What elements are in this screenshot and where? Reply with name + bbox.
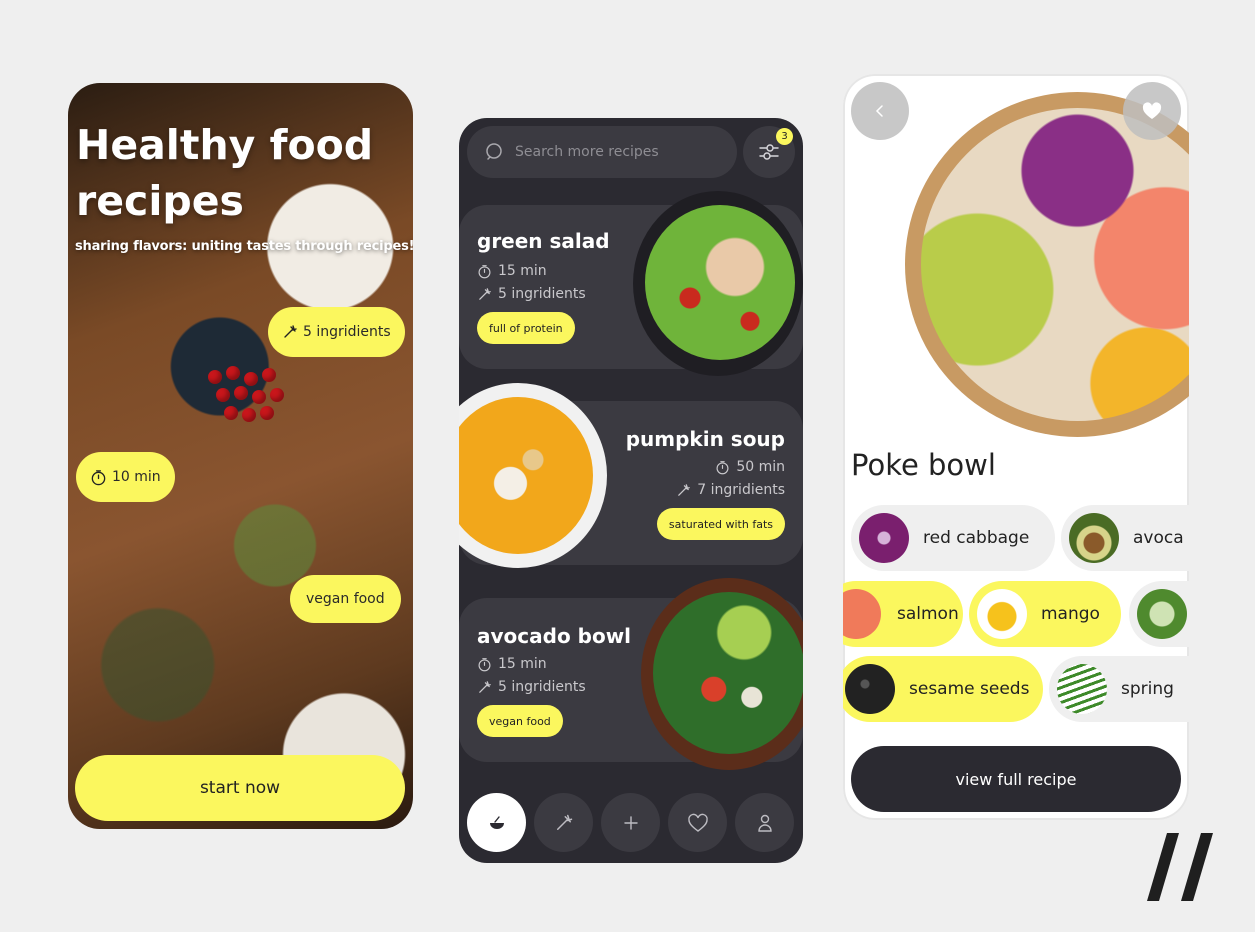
ingredient-chip[interactable]: red cabbage <box>851 505 1055 571</box>
ingredient-chip[interactable]: salmon <box>843 581 963 647</box>
vegan-chip-label: vegan food <box>306 591 385 607</box>
salad-bowl-image <box>633 191 803 376</box>
ingredients-chip: 5 ingridients <box>268 307 405 357</box>
recipe-ingredients-label: 5 ingridients <box>498 679 586 695</box>
start-now-button[interactable]: start now <box>75 755 405 821</box>
nav-favorites-button[interactable] <box>668 793 727 852</box>
plus-icon <box>623 815 638 830</box>
chevron-left-icon <box>875 105 883 117</box>
recipe-tag: saturated with fats <box>656 508 785 540</box>
hero-title-line-1: Healthy food <box>76 121 374 169</box>
timer-icon <box>91 469 106 485</box>
recipe-title: avocado bowl <box>477 624 632 648</box>
timer-icon <box>478 657 491 671</box>
hero-title: Healthy food recipes <box>76 117 396 229</box>
filter-icon <box>759 144 779 160</box>
nav-add-button[interactable] <box>601 793 660 852</box>
recipe-time: 50 min <box>715 459 785 475</box>
hero-subtitle: sharing flavors: uniting tastes through … <box>75 239 413 254</box>
recipe-detail-screen: Poke bowl red cabbage avoca salmon mango… <box>843 74 1189 820</box>
user-icon <box>757 814 772 832</box>
dish-title: Poke bowl <box>851 448 996 482</box>
spring-onion-thumbnail <box>1057 664 1107 714</box>
salmon-thumbnail <box>843 589 881 639</box>
recipe-tag: full of protein <box>477 312 575 344</box>
heart-icon <box>687 813 708 832</box>
vegan-chip: vegan food <box>290 575 401 623</box>
carrot-icon <box>479 287 491 300</box>
search-input[interactable]: Search more recipes <box>467 126 737 178</box>
recipe-ingredients: 5 ingridients <box>477 679 586 695</box>
filter-count-badge: 3 <box>776 128 793 145</box>
brand-logo <box>1147 833 1213 901</box>
timer-icon <box>716 460 729 474</box>
soup-bowl-image <box>459 383 607 568</box>
carrot-icon <box>284 325 297 338</box>
nav-ingredients-button[interactable] <box>534 793 593 852</box>
carrot-icon <box>556 814 572 830</box>
recipe-time: 15 min <box>477 656 547 672</box>
ingredient-chip[interactable]: sesame seeds <box>843 656 1043 722</box>
recipe-title: green salad <box>477 229 610 253</box>
recipe-list-screen: Search more recipes 3 green salad 15 min… <box>459 118 803 863</box>
intro-screen: Healthy food recipes sharing flavors: un… <box>68 83 413 829</box>
bottom-nav <box>467 793 795 855</box>
recipe-time: 15 min <box>477 263 547 279</box>
timer-icon <box>478 264 491 278</box>
recipe-tag: vegan food <box>477 705 563 737</box>
recipe-title: pumpkin soup <box>625 427 785 451</box>
recipe-ingredients-label: 5 ingridients <box>498 286 586 302</box>
avocado-bowl-image <box>641 578 803 770</box>
avocado-thumbnail <box>1069 513 1119 563</box>
favorite-button[interactable] <box>1123 82 1181 140</box>
heart-icon <box>1142 102 1162 119</box>
bowl-icon <box>489 815 504 829</box>
recipe-ingredients: 5 ingridients <box>477 286 586 302</box>
carrot-icon <box>678 483 691 496</box>
ingredient-chip[interactable]: spring <box>1049 656 1189 722</box>
recipe-time-label: 50 min <box>736 459 785 475</box>
recipe-card[interactable]: pumpkin soup 50 min 7 ingridients satura… <box>459 383 803 568</box>
ingredient-chip[interactable] <box>1129 581 1189 647</box>
recipe-ingredients-label: 7 ingridients <box>697 482 785 498</box>
recipe-card[interactable]: avocado bowl 15 min 5 ingridients vegan … <box>459 578 803 770</box>
ingredient-label: sesame seeds <box>909 679 1030 699</box>
ingredients-chip-label: 5 ingridients <box>303 324 391 340</box>
ingredient-label: salmon <box>897 604 959 624</box>
time-chip-label: 10 min <box>112 469 161 485</box>
view-full-recipe-button[interactable]: view full recipe <box>851 746 1181 812</box>
ingredient-label: spring <box>1121 679 1174 699</box>
tomato-bowl-image <box>198 358 298 448</box>
red-cabbage-thumbnail <box>859 513 909 563</box>
mango-thumbnail <box>977 589 1027 639</box>
ingredient-label: mango <box>1041 604 1100 624</box>
recipe-card[interactable]: green salad 15 min 5 ingridients full of… <box>459 191 803 376</box>
search-placeholder: Search more recipes <box>515 144 659 160</box>
nav-profile-button[interactable] <box>735 793 794 852</box>
recipe-time-label: 15 min <box>498 656 547 672</box>
recipe-ingredients: 7 ingridients <box>676 482 785 498</box>
ingredient-label: avoca <box>1133 528 1184 548</box>
cucumber-thumbnail <box>1137 589 1187 639</box>
hero-title-line-2: recipes <box>76 177 244 225</box>
carrot-icon <box>479 680 491 693</box>
sesame-seeds-thumbnail <box>845 664 895 714</box>
search-icon <box>486 143 502 160</box>
ingredient-chip[interactable]: avoca <box>1061 505 1189 571</box>
filter-button[interactable]: 3 <box>743 126 795 178</box>
time-chip: 10 min <box>76 452 175 502</box>
ingredient-chip[interactable]: mango <box>969 581 1121 647</box>
ingredient-label: red cabbage <box>923 528 1030 548</box>
recipe-time-label: 15 min <box>498 263 547 279</box>
nav-home-button[interactable] <box>467 793 526 852</box>
back-button[interactable] <box>851 82 909 140</box>
